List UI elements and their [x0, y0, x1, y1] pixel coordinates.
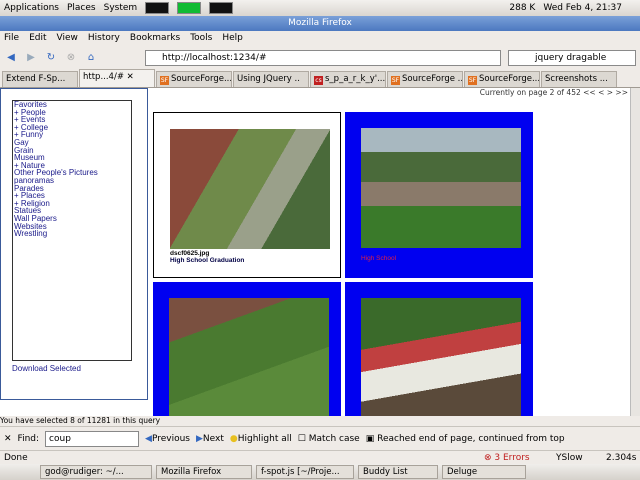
category-item[interactable]: + Funny: [14, 131, 131, 139]
menu-view[interactable]: View: [57, 31, 78, 46]
system-menu[interactable]: System: [104, 3, 138, 13]
page-content: Currently on page 2 of 452 << < > >> Fav…: [0, 88, 630, 416]
forward-icon[interactable]: ▶: [24, 51, 38, 65]
photo-filename: dscf0625.jpg: [170, 250, 210, 257]
tab-label: SourceForge ..: [402, 74, 463, 84]
nav-toolbar: ◀ ▶ ↻ ⊗ ⌂ http://localhost:1234/# jquery…: [0, 46, 640, 70]
cpu-monitor-icon: [145, 2, 170, 14]
status-bar: Done ⊗ 3 Errors YSlow 2.304s: [0, 450, 640, 464]
label: Reached end of page, continued from top: [377, 433, 565, 444]
net-speed: 288 K: [509, 3, 536, 13]
highlight-all-button[interactable]: ●Highlight all: [230, 434, 292, 444]
menu-tools[interactable]: Tools: [190, 31, 212, 46]
tab-sourceforge-2[interactable]: SF SourceForge ..: [387, 71, 463, 87]
label: 3 Errors: [494, 453, 530, 463]
tab-sourceforge-3[interactable]: SF SourceForge...: [464, 71, 540, 87]
places-menu[interactable]: Places: [67, 3, 96, 13]
taskbar: god@rudiger: ~/... Mozilla Firefox f-spo…: [0, 464, 640, 480]
photo-cell-selected[interactable]: High School: [345, 112, 533, 278]
task-buddy-list[interactable]: Buddy List: [358, 465, 438, 479]
menu-bar: File Edit View History Bookmarks Tools H…: [0, 31, 640, 46]
status-text: Done: [4, 453, 28, 463]
tab-label: Using JQuery ..: [237, 74, 300, 84]
selection-message: You have selected 8 of 11281 in this que…: [0, 416, 161, 425]
tab-label: Extend F-Sp...: [6, 74, 66, 84]
close-find-icon[interactable]: ✕: [4, 434, 12, 444]
menu-bookmarks[interactable]: Bookmarks: [130, 31, 180, 46]
label: Match case: [308, 433, 360, 444]
vertical-scrollbar[interactable]: [630, 88, 640, 416]
reload-icon[interactable]: ↻: [44, 51, 58, 65]
photo-cell-selected[interactable]: [345, 282, 533, 416]
task-fspot-editor[interactable]: f-spot.js [~/Proje...: [256, 465, 354, 479]
tab-extend-fspot[interactable]: Extend F-Sp...: [2, 71, 78, 87]
category-list[interactable]: Favorites + People + Events + College + Funn…: [12, 100, 132, 361]
find-input[interactable]: coup: [45, 430, 140, 447]
clock[interactable]: Wed Feb 4, 21:37: [543, 3, 622, 13]
window-title: Mozilla Firefox: [0, 16, 640, 31]
tab-label: s_p_a_r_k_y'...: [325, 74, 386, 84]
cs-icon: cs: [314, 76, 323, 85]
yslow-button[interactable]: YSlow: [556, 451, 583, 465]
label: Previous: [151, 433, 190, 444]
match-case-checkbox[interactable]: ☐ Match case: [298, 434, 360, 444]
arrow-right-icon: ▶: [196, 433, 203, 444]
photo-thumbnail[interactable]: [169, 298, 329, 416]
home-icon[interactable]: ⌂: [84, 51, 98, 65]
sourceforge-icon: SF: [468, 76, 477, 85]
tab-sourceforge-1[interactable]: SF SourceForge...: [156, 71, 232, 87]
task-terminal[interactable]: god@rudiger: ~/...: [40, 465, 152, 479]
download-selected-link[interactable]: Download Selected: [12, 364, 81, 373]
highlight-icon: ●: [229, 433, 238, 444]
search-input[interactable]: jquery dragable: [508, 50, 636, 66]
photo-thumbnail[interactable]: [361, 298, 521, 416]
category-panel: Favorites + People + Events + College + Funn…: [0, 88, 148, 400]
sourceforge-icon: SF: [160, 76, 169, 85]
find-previous-button[interactable]: ◀Previous: [145, 434, 190, 444]
wrap-icon: ▣: [365, 433, 375, 444]
tab-sparky[interactable]: cs s_p_a_r_k_y'...: [310, 71, 386, 87]
back-icon[interactable]: ◀: [4, 51, 18, 65]
tab-using-jquery[interactable]: Using JQuery ..: [233, 71, 309, 87]
category-item[interactable]: Wrestling: [14, 230, 131, 238]
label: Highlight all: [237, 433, 292, 444]
photo-cell[interactable]: dscf0625.jpg High School Graduation: [153, 112, 341, 278]
top-panel: Applications Places System 288 K Wed Feb…: [0, 0, 640, 16]
sourceforge-icon: SF: [391, 76, 400, 85]
tab-label: SourceForge...: [479, 74, 540, 84]
find-next-button[interactable]: ▶Next: [196, 434, 224, 444]
find-status: ▣ Reached end of page, continued from to…: [366, 434, 565, 444]
menu-history[interactable]: History: [88, 31, 120, 46]
label: Next: [202, 433, 224, 444]
tab-screenshots[interactable]: Screenshots ...: [541, 71, 617, 87]
tab-label: http...4/#: [83, 72, 124, 82]
net-monitor-icon: [209, 2, 234, 14]
pager[interactable]: Currently on page 2 of 452 << < > >>: [480, 88, 628, 97]
photo-thumbnail[interactable]: [170, 129, 330, 249]
tab-localhost[interactable]: http...4/# ✕: [79, 69, 155, 87]
applications-menu[interactable]: Applications: [4, 3, 59, 13]
menu-file[interactable]: File: [4, 31, 19, 46]
url-input[interactable]: http://localhost:1234/#: [145, 50, 501, 66]
close-tab-icon[interactable]: ✕: [127, 72, 134, 82]
menu-edit[interactable]: Edit: [29, 31, 46, 46]
find-bar: ✕ Find: coup ◀Previous ▶Next ●Highlight …: [0, 426, 640, 450]
task-deluge[interactable]: Deluge: [442, 465, 526, 479]
photo-caption: High School Graduation: [170, 257, 245, 264]
errors-indicator[interactable]: ⊗ 3 Errors: [484, 451, 530, 465]
tab-label: SourceForge...: [171, 74, 232, 84]
arrow-left-icon: ◀: [145, 433, 152, 444]
task-firefox[interactable]: Mozilla Firefox: [156, 465, 252, 479]
menu-help[interactable]: Help: [222, 31, 243, 46]
load-time: 2.304s: [606, 453, 637, 463]
find-label: Find:: [17, 433, 40, 444]
tab-bar: Extend F-Sp... http...4/# ✕ SF SourceForg…: [0, 69, 640, 88]
photo-thumbnail[interactable]: [361, 128, 521, 248]
mem-monitor-icon: [177, 2, 202, 14]
photo-cell-selected[interactable]: [153, 282, 341, 416]
tab-label: Screenshots ...: [545, 74, 608, 84]
stop-icon[interactable]: ⊗: [64, 51, 78, 65]
photo-caption: High School: [361, 255, 397, 262]
